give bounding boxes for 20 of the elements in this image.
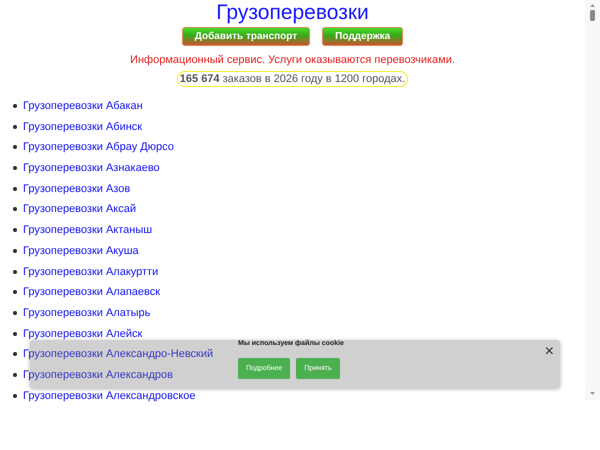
- city-link[interactable]: Грузоперевозки Александровское: [23, 390, 196, 402]
- city-link[interactable]: Грузоперевозки Абинск: [23, 120, 142, 133]
- close-button[interactable]: ×: [544, 343, 554, 361]
- city-link[interactable]: Грузоперевозки Акуша: [23, 244, 139, 257]
- city-link[interactable]: Грузоперевозки Аксай: [23, 203, 136, 216]
- city-link[interactable]: Грузоперевозки Абрау Дюрсо: [23, 141, 174, 154]
- page-title: Грузоперевозки: [216, 2, 369, 24]
- orders-stats: 165 674 заказов в 2026 году в 1200 городах.: [176, 71, 408, 87]
- city-link[interactable]: Грузоперевозки Александро-Невский: [23, 348, 214, 360]
- scrollbar-drawing[interactable]: [585, 0, 600, 400]
- city-link[interactable]: Грузоперевозки Алакуртти: [23, 266, 158, 278]
- city-link[interactable]: Грузоперевозки Александров: [23, 368, 173, 381]
- service-notice: Информационный сервис. Услуги оказываются перевозчиками.: [130, 54, 455, 66]
- city-link[interactable]: Грузоперевозки Актаныш: [23, 224, 152, 236]
- city-link[interactable]: Грузоперевозки Азов: [23, 182, 130, 195]
- city-link[interactable]: Грузоперевозки Алейск: [23, 328, 142, 340]
- city-link[interactable]: Грузоперевозки Алапаевск: [23, 286, 160, 298]
- city-link[interactable]: Грузоперевозки Алатырь: [23, 306, 150, 319]
- city-link[interactable]: Грузоперевозки Абакан: [23, 100, 143, 112]
- city-link[interactable]: Грузоперевозки Азнакаево: [23, 162, 160, 174]
